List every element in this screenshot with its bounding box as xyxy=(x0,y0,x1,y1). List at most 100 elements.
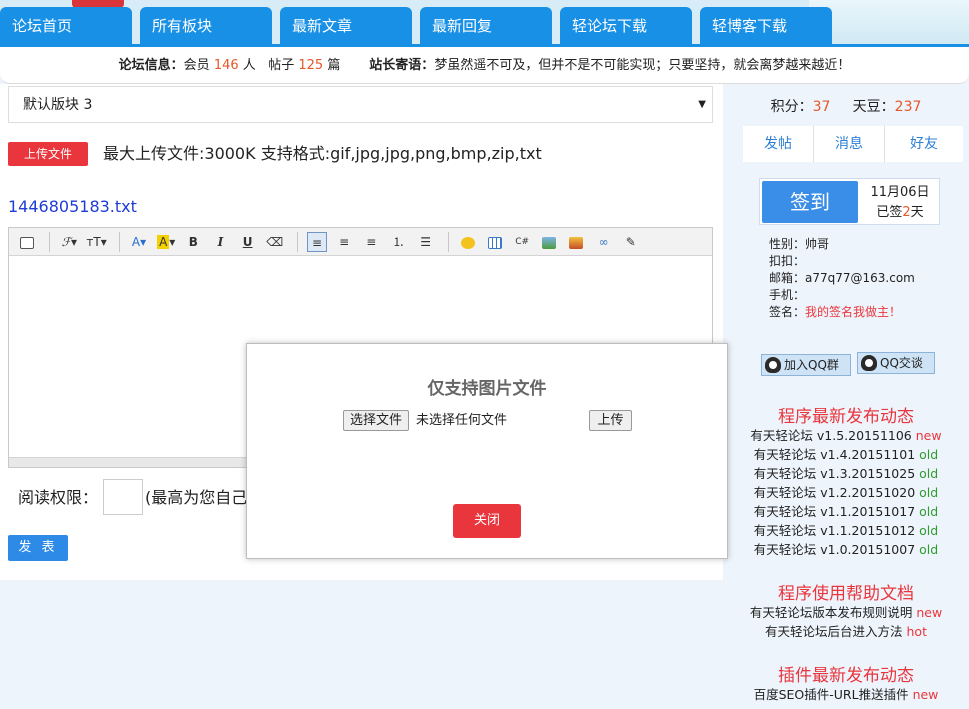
plugin-name[interactable]: 百度SEO插件-URL推送插件 xyxy=(754,687,909,702)
release-item[interactable]: 有天轻论坛 v1.3.20151025 old xyxy=(723,464,969,483)
choose-file-button[interactable]: 选择文件 xyxy=(343,410,410,431)
release-name[interactable]: 有天轻论坛 v1.4.20151101 xyxy=(754,447,915,462)
unordered-list-icon[interactable]: ☰ xyxy=(416,232,436,252)
tab-friends[interactable]: 好友 xyxy=(885,126,963,162)
align-right-icon[interactable]: ≡ xyxy=(361,232,381,252)
motto-label: 站长寄语： xyxy=(369,58,435,73)
release-item[interactable]: 有天轻论坛 v1.1.20151012 old xyxy=(723,521,969,540)
release-item[interactable]: 有天轻论坛 v1.4.20151101 old xyxy=(723,445,969,464)
help-doc-tag: new xyxy=(916,605,943,620)
plugin-tag: new xyxy=(912,687,939,702)
help-list: 有天轻论坛版本发布规则说明 new 有天轻论坛后台进入方法 hot xyxy=(723,603,969,641)
release-tag: new xyxy=(915,428,942,443)
release-name[interactable]: 有天轻论坛 v1.3.20151025 xyxy=(754,466,915,481)
release-section-title: 程序最新发布动态 xyxy=(778,407,914,427)
help-item[interactable]: 有天轻论坛后台进入方法 hot xyxy=(723,622,969,641)
emoticon-icon[interactable] xyxy=(458,232,478,252)
no-file-chosen-text: 未选择任何文件 xyxy=(416,413,508,428)
plugin-section-title: 插件最新发布动态 xyxy=(778,666,914,686)
profile-gender: 性别：帅哥 xyxy=(769,237,830,251)
font-size-icon[interactable]: тT▾ xyxy=(86,232,106,252)
italic-icon[interactable]: I xyxy=(210,232,230,252)
release-name[interactable]: 有天轻论坛 v1.1.20151017 xyxy=(754,504,915,519)
tab-blog-download[interactable]: 轻博客下载 xyxy=(700,7,832,46)
release-item[interactable]: 有天轻论坛 v1.1.20151017 old xyxy=(723,502,969,521)
image-upload-dialog: 仅支持图片文件 选择文件 未选择任何文件 上传 关闭 xyxy=(246,343,728,559)
dropdown-arrow-icon: ▼ xyxy=(698,99,706,110)
release-name[interactable]: 有天轻论坛 v1.0.20151007 xyxy=(754,542,915,557)
release-item[interactable]: 有天轻论坛 v1.2.20151020 old xyxy=(723,483,969,502)
toolbar-separator xyxy=(447,232,449,252)
profile-sign-value: 我的签名我做主！ xyxy=(805,305,902,319)
user-sidebar: 积分：37 天豆：237 发帖 消息 好友 签到 11月06日 已签2天 性别：… xyxy=(723,84,969,709)
tab-messages[interactable]: 消息 xyxy=(814,126,885,162)
highlight-color-icon[interactable]: A ▾ xyxy=(156,232,176,252)
checkin-suffix: 天 xyxy=(910,205,924,220)
tab-forum-home[interactable]: 论坛首页 xyxy=(0,7,132,46)
ordered-list-icon[interactable]: ⒈ xyxy=(388,232,408,252)
release-item[interactable]: 有天轻论坛 v1.5.20151106 new xyxy=(723,426,969,445)
release-item[interactable]: 有天轻论坛 v1.0.20151007 old xyxy=(723,540,969,559)
release-name[interactable]: 有天轻论坛 v1.1.20151012 xyxy=(754,523,915,538)
release-tag: old xyxy=(919,542,939,557)
source-icon[interactable] xyxy=(17,232,37,252)
qq-penguin-icon xyxy=(861,355,877,371)
edit-icon[interactable]: ✎ xyxy=(621,232,641,252)
forum-info-bar: 论坛信息：会员 146 人 帖子 125 篇 站长寄语：梦虽然遥不可及，但并不是… xyxy=(0,47,969,84)
upload-file-button[interactable]: 上传文件 xyxy=(8,142,88,166)
release-tag: old xyxy=(919,523,939,538)
board-select[interactable]: 默认版块 3 ▼ xyxy=(8,86,713,123)
join-qq-group-label: 加入QQ群 xyxy=(784,358,839,372)
help-doc-name[interactable]: 有天轻论坛版本发布规则说明 xyxy=(750,605,913,620)
release-name[interactable]: 有天轻论坛 v1.5.20151106 xyxy=(750,428,911,443)
read-permission-label: 阅读权限： xyxy=(18,488,99,507)
dialog-close-button[interactable]: 关闭 xyxy=(453,504,521,538)
eraser-icon[interactable]: ⌫ xyxy=(265,232,285,252)
profile-qq: 扣扣： xyxy=(769,254,806,268)
qq-chat-button[interactable]: QQ交谈 xyxy=(857,352,935,374)
release-name[interactable]: 有天轻论坛 v1.2.20151020 xyxy=(754,485,915,500)
bold-icon[interactable]: B xyxy=(183,232,203,252)
dialog-title: 仅支持图片文件 xyxy=(427,379,547,399)
header-background-art xyxy=(809,0,969,46)
help-doc-name[interactable]: 有天轻论坛后台进入方法 xyxy=(765,624,903,639)
checkin-days: 2 xyxy=(902,205,911,220)
link-icon[interactable]: ∞ xyxy=(594,232,614,252)
table-icon[interactable] xyxy=(485,232,505,252)
join-qq-group-button[interactable]: 加入QQ群 xyxy=(761,354,851,376)
tab-latest-replies[interactable]: 最新回复 xyxy=(420,7,552,46)
code-icon[interactable]: C# xyxy=(512,232,532,252)
read-permission-input[interactable] xyxy=(103,479,143,515)
posts-count: 125 xyxy=(298,58,324,73)
underline-icon[interactable]: U xyxy=(238,232,258,252)
profile-sign-label: 签名： xyxy=(769,305,806,319)
uploaded-file-link[interactable]: 1446805183.txt xyxy=(8,196,137,218)
dialog-upload-button[interactable]: 上传 xyxy=(589,410,632,431)
tab-all-boards[interactable]: 所有板块 xyxy=(140,7,272,46)
align-center-icon[interactable]: ≡ xyxy=(334,232,354,252)
align-left-icon[interactable]: ≡ xyxy=(307,232,328,252)
tab-forum-download[interactable]: 轻论坛下载 xyxy=(560,7,692,46)
editor-toolbar: ℱ▾ тT▾ A▾ A ▾ B I U ⌫ ≡ ≡ ≡ ⒈ ☰ C# ∞ ✎ xyxy=(9,228,712,256)
release-tag: old xyxy=(919,485,939,500)
profile-email: 邮箱：a77q77@163.com xyxy=(769,271,915,285)
motto-text: 梦虽然遥不可及，但并不是不可能实现；只要坚持，就会离梦越来越近！ xyxy=(434,58,851,73)
profile-phone: 手机： xyxy=(769,288,806,302)
forum-info-label: 论坛信息： xyxy=(118,58,184,73)
tab-new-post[interactable]: 发帖 xyxy=(743,126,814,162)
help-item[interactable]: 有天轻论坛版本发布规则说明 new xyxy=(723,603,969,622)
font-family-icon[interactable]: ℱ▾ xyxy=(59,232,79,252)
checkin-button[interactable]: 签到 xyxy=(762,181,858,223)
font-color-icon[interactable]: A▾ xyxy=(129,232,149,252)
tab-latest-articles[interactable]: 最新文章 xyxy=(280,7,412,46)
posts-unit: 篇 xyxy=(327,58,341,73)
toolbar-separator xyxy=(296,232,298,252)
help-section-title: 程序使用帮助文档 xyxy=(778,584,914,604)
plugin-item[interactable]: 百度SEO插件-URL推送插件 new xyxy=(723,685,969,704)
posts-prefix: 帖子 xyxy=(268,58,295,73)
checkin-status: 11月06日 已签2天 xyxy=(860,184,940,222)
image-icon[interactable] xyxy=(539,232,559,252)
insert-image-upload-icon[interactable] xyxy=(566,232,586,252)
post-submit-button[interactable]: 发 表 xyxy=(8,535,68,561)
beans-label: 天豆： xyxy=(852,99,895,115)
